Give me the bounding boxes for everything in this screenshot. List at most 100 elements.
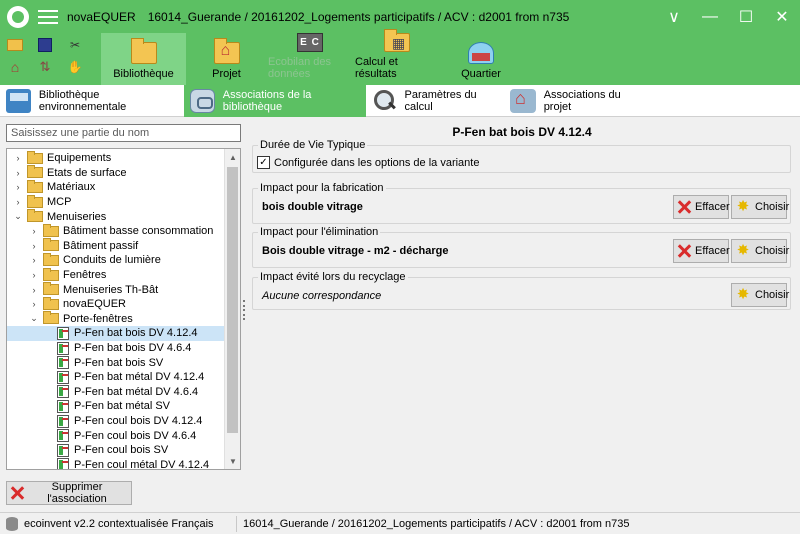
chevron-right-icon[interactable]: › bbox=[13, 182, 23, 192]
tree-item[interactable]: P-Fen coul bois DV 4.6.4 bbox=[7, 428, 226, 443]
tree-folder[interactable]: › Etats de surface bbox=[7, 165, 226, 181]
tree-folder[interactable]: › novaEQUER bbox=[7, 296, 226, 312]
choose-fabrication-button[interactable]: ✸ Choisir bbox=[731, 195, 790, 219]
choose-elimination-button[interactable]: ✸ Choisir bbox=[731, 239, 789, 263]
delete-icon bbox=[677, 244, 691, 258]
chevron-right-icon[interactable]: › bbox=[29, 255, 39, 265]
app-name: novaEQUER bbox=[67, 9, 136, 24]
close-button[interactable]: ✕ bbox=[764, 0, 800, 33]
library-tree: › Equipements › Etats de surface › Matériaux ›… bbox=[6, 148, 241, 470]
tab-associations-bibliotheque[interactable]: Associations de la bibliothèque bbox=[184, 85, 366, 117]
door-window-icon bbox=[57, 443, 69, 457]
chevron-right-icon[interactable]: › bbox=[29, 285, 39, 295]
hand-icon[interactable] bbox=[66, 59, 84, 75]
calc-folder-icon bbox=[384, 29, 410, 52]
tree-label: Fenêtres bbox=[63, 269, 107, 282]
maximize-button[interactable]: ☐ bbox=[728, 0, 764, 33]
tree-label: Matériaux bbox=[47, 181, 96, 194]
minimize-button[interactable]: — bbox=[692, 0, 728, 33]
ribbon-quartier-button[interactable]: Quartier bbox=[445, 33, 517, 85]
panel-splitter[interactable] bbox=[243, 300, 246, 320]
project-status: 16014_Guerande / 20161202_Logements part… bbox=[243, 517, 630, 530]
folder-open-icon[interactable] bbox=[6, 37, 24, 53]
tab-label: Paramètres du calcul bbox=[404, 89, 477, 113]
tools-icon[interactable] bbox=[66, 37, 84, 53]
chevron-right-icon[interactable]: › bbox=[29, 226, 39, 236]
tab-parametres-calcul[interactable]: Paramètres du calcul bbox=[366, 85, 502, 117]
app-logo-icon[interactable] bbox=[7, 5, 29, 28]
tree-label: P-Fen coul bois SV bbox=[74, 444, 169, 457]
clear-elimination-button[interactable]: Effacer bbox=[673, 239, 730, 263]
hamburger-menu-icon[interactable] bbox=[38, 9, 58, 24]
tree-folder[interactable]: ⌄ Menuiseries bbox=[7, 209, 226, 224]
ribbon-label: Ecobilan des données bbox=[268, 56, 331, 80]
door-window-icon bbox=[57, 326, 69, 340]
tree-folder[interactable]: › Matériaux bbox=[7, 179, 226, 195]
tab-associations-projet[interactable]: Associations du projet bbox=[504, 85, 650, 117]
delete-icon bbox=[10, 486, 24, 500]
tree-folder[interactable]: › MCP bbox=[7, 194, 226, 210]
door-window-icon bbox=[57, 385, 69, 399]
clear-fabrication-button[interactable]: Effacer bbox=[673, 195, 730, 219]
tree-scrollbar[interactable]: ▲ ▼ bbox=[224, 149, 240, 469]
star-icon: ✸ bbox=[736, 286, 750, 303]
elimination-impact-group: Impact pour l'élimination Bois double vi… bbox=[252, 226, 791, 268]
save-icon[interactable] bbox=[36, 37, 54, 53]
chevron-down-icon[interactable]: ∨ bbox=[656, 0, 692, 33]
tree-label: Porte-fenêtres bbox=[63, 312, 133, 325]
tree-folder[interactable]: › Bâtiment passif bbox=[7, 238, 226, 254]
tree-folder[interactable]: › Equipements bbox=[7, 150, 226, 166]
tree-folder[interactable]: › Menuiseries Th-Bât bbox=[7, 282, 226, 297]
tree-folder[interactable]: ⌄ Porte-fenêtres bbox=[7, 311, 226, 327]
tab-label: Associations du projet bbox=[543, 89, 621, 113]
group-label: Impact évité lors du recyclage bbox=[258, 271, 408, 283]
tree-item[interactable]: P-Fen coul bois SV bbox=[7, 443, 226, 458]
door-window-icon bbox=[57, 429, 69, 443]
ribbon-calcul-button[interactable]: Calcul et résultats bbox=[355, 29, 439, 85]
tree-folder[interactable]: › Conduits de lumière bbox=[7, 252, 226, 268]
tree-label: Equipements bbox=[47, 152, 112, 165]
tab-label: Bibliothèque environnementale bbox=[38, 89, 127, 113]
project-folder-icon bbox=[213, 38, 240, 64]
chevron-down-icon[interactable]: ⌄ bbox=[29, 313, 39, 324]
tree-item[interactable]: P-Fen bat bois DV 4.12.4 bbox=[7, 326, 226, 341]
window-title: 16014_Guerande / 20161202_Logements part… bbox=[147, 9, 570, 24]
tree-item[interactable]: P-Fen bat métal DV 4.6.4 bbox=[7, 385, 226, 400]
tree-label: Conduits de lumière bbox=[63, 254, 161, 267]
variant-option-row[interactable]: ✓ Configurée dans les options de la vari… bbox=[257, 156, 479, 169]
delete-association-button[interactable]: Supprimer l'association bbox=[6, 481, 132, 505]
tree-item[interactable]: P-Fen coul bois DV 4.12.4 bbox=[7, 414, 226, 429]
search-input[interactable] bbox=[6, 124, 241, 142]
title-bar: novaEQUER 16014_Guerande / 20161202_Loge… bbox=[0, 0, 800, 33]
scroll-down-icon[interactable]: ▼ bbox=[225, 453, 240, 469]
tab-bibliotheque-environnementale[interactable]: Bibliothèque environnementale bbox=[0, 85, 183, 117]
chevron-right-icon[interactable]: › bbox=[13, 168, 23, 178]
fabrication-value: bois double vitrage bbox=[262, 201, 363, 213]
home-icon[interactable] bbox=[6, 59, 24, 75]
chain-link-icon bbox=[190, 89, 215, 113]
chevron-right-icon[interactable]: › bbox=[13, 153, 23, 163]
tree-item[interactable]: P-Fen bat bois DV 4.6.4 bbox=[7, 341, 226, 356]
tree-folder[interactable]: › Fenêtres bbox=[7, 267, 226, 283]
button-label: Choisir bbox=[755, 201, 790, 213]
chevron-down-icon[interactable]: ⌄ bbox=[13, 211, 23, 222]
ribbon-projet-button[interactable]: Projet bbox=[189, 33, 264, 85]
arrows-icon[interactable] bbox=[36, 59, 54, 75]
ribbon-bibliotheque-button[interactable]: Bibliothèque bbox=[101, 33, 186, 85]
scroll-up-icon[interactable]: ▲ bbox=[225, 149, 240, 165]
chevron-right-icon[interactable]: › bbox=[13, 197, 23, 207]
tree-item[interactable]: P-Fen bat bois SV bbox=[7, 355, 226, 370]
chevron-right-icon[interactable]: › bbox=[29, 299, 39, 309]
choose-recycling-button[interactable]: ✸ Choisir bbox=[731, 283, 789, 307]
tree-label: P-Fen bat métal DV 4.12.4 bbox=[74, 371, 205, 384]
chevron-right-icon[interactable]: › bbox=[29, 241, 39, 251]
tree-folder[interactable]: › Bâtiment basse consommation bbox=[7, 223, 226, 239]
tree-item[interactable]: P-Fen bat métal DV 4.12.4 bbox=[7, 370, 226, 385]
tree-item[interactable]: P-Fen coul métal DV 4.12.4 bbox=[7, 458, 226, 469]
door-window-icon bbox=[57, 356, 69, 370]
folder-icon bbox=[43, 296, 59, 310]
chevron-right-icon[interactable]: › bbox=[29, 270, 39, 280]
tree-item[interactable]: P-Fen bat métal SV bbox=[7, 399, 226, 414]
variant-option-checkbox[interactable]: ✓ bbox=[257, 156, 270, 169]
scroll-thumb[interactable] bbox=[227, 167, 238, 433]
